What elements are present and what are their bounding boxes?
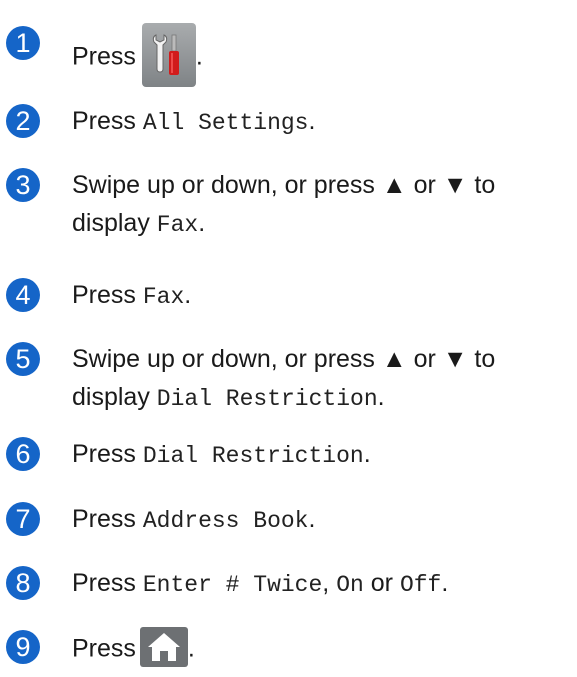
- step-1: 1 Press .: [0, 8, 577, 87]
- step-4: 4 Press Fax.: [0, 278, 577, 318]
- step-text: Press Address Book.: [72, 505, 316, 534]
- step-8: 8 Press Enter # Twice, On or Off.: [0, 566, 577, 606]
- home-icon-graphic: [147, 633, 180, 661]
- step-text: Press Fax.: [72, 281, 192, 310]
- step-number: 1: [6, 26, 40, 60]
- step-2: 2 Press All Settings.: [0, 104, 577, 144]
- step-number: 7: [6, 502, 40, 536]
- step-text: Press .: [72, 23, 203, 90]
- settings-tools-icon-graphic: [152, 34, 179, 75]
- step-text-line2: display Fax.: [72, 209, 206, 238]
- step-number: 2: [6, 104, 40, 138]
- step-7: 7 Press Address Book.: [0, 502, 577, 542]
- home-icon[interactable]: [139, 627, 188, 667]
- step-9: 9 Press .: [0, 627, 577, 670]
- step-text: Press Dial Restriction.: [72, 440, 371, 469]
- step-text-line1: Swipe up or down, or press ▲ or ▼ to: [72, 171, 496, 199]
- step-number: 4: [6, 278, 40, 312]
- step-text: Press All Settings.: [72, 107, 316, 136]
- step-5: 5 Swipe up or down, or press ▲ or ▼ to d…: [0, 342, 577, 418]
- step-number: 8: [6, 566, 40, 600]
- step-text-line1: Swipe up or down, or press ▲ or ▼ to: [72, 345, 496, 373]
- step-number: 5: [6, 342, 40, 376]
- step-6: 6 Press Dial Restriction.: [0, 437, 577, 477]
- step-number: 9: [6, 630, 40, 664]
- step-text: Press .: [72, 627, 195, 670]
- step-text-line2: display Dial Restriction.: [72, 383, 385, 412]
- step-number: 6: [6, 437, 40, 471]
- step-number: 3: [6, 168, 40, 202]
- settings-tools-icon[interactable]: [141, 23, 196, 87]
- step-text: Press Enter # Twice, On or Off.: [72, 569, 449, 598]
- step-3: 3 Swipe up or down, or press ▲ or ▼ to d…: [0, 168, 577, 244]
